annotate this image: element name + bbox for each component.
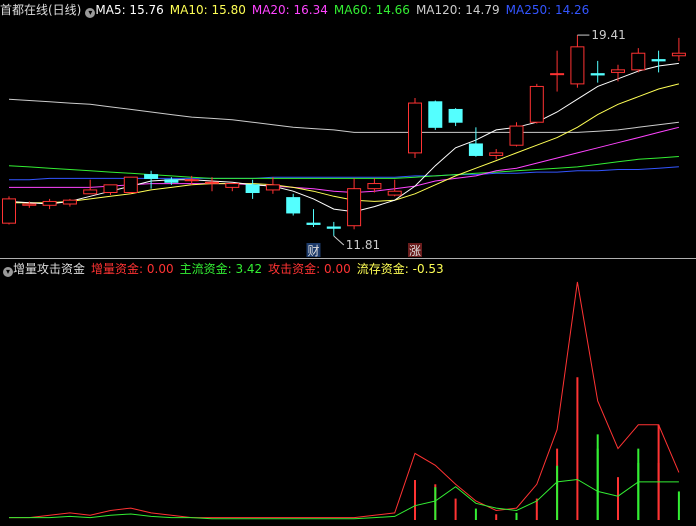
candle-body xyxy=(671,52,686,57)
candle-body xyxy=(164,179,179,183)
low-price-label: 11.81 xyxy=(346,238,380,252)
candle-body xyxy=(611,69,625,73)
candle-body xyxy=(428,101,443,128)
candle xyxy=(590,60,605,83)
candle xyxy=(245,179,260,199)
candle-body xyxy=(651,59,666,62)
candle-body xyxy=(205,181,219,184)
candle xyxy=(489,149,504,160)
candle-body xyxy=(245,184,260,193)
indicator-legend-item-1: 主流资金: 3.42 xyxy=(179,262,263,276)
indicator-legend-item-0: 增量资金: 0.00 xyxy=(91,262,174,276)
candle-body xyxy=(265,184,280,191)
indicator-header: ▾ 增量攻击资金 增量资金: 0.00 主流资金: 3.42 攻击资金: 0.00 流存资… xyxy=(0,259,450,279)
candle-body xyxy=(326,226,341,229)
indicator-legend-item-3: 流存资金: -0.53 xyxy=(356,262,444,276)
ma120-line xyxy=(8,98,679,133)
candle-body xyxy=(225,183,240,188)
candle-body xyxy=(367,183,382,190)
candle-body xyxy=(2,198,16,224)
candle-body xyxy=(468,143,483,156)
candle xyxy=(144,170,159,189)
candle xyxy=(651,50,666,73)
high-price-label: 19.41 xyxy=(591,28,625,42)
candle-body xyxy=(489,152,504,156)
indicator-legend-item-2: 攻击资金: 0.00 xyxy=(268,262,351,276)
candle-body xyxy=(529,85,544,123)
candle-body xyxy=(550,73,565,76)
candle-body xyxy=(347,188,362,227)
candle xyxy=(42,198,57,210)
candle xyxy=(631,48,646,73)
candle xyxy=(570,35,585,88)
candle-body xyxy=(22,203,37,206)
indicator-settings-icon[interactable]: ▾ xyxy=(3,267,13,277)
candle-body xyxy=(144,174,159,179)
candle-body xyxy=(306,222,321,225)
candle-body xyxy=(408,102,422,154)
candle xyxy=(550,50,565,92)
ma60-line xyxy=(8,156,679,179)
badge-label: 涨 xyxy=(409,243,421,258)
candle xyxy=(326,221,341,236)
candle xyxy=(611,64,625,82)
ma20-line xyxy=(9,126,680,194)
indicator-legend: 增量资金: 0.00 主流资金: 3.42 攻击资金: 0.00 流存资金: -0.5… xyxy=(91,262,450,276)
candle-body xyxy=(42,200,57,206)
candle-body xyxy=(286,197,301,214)
candle-body xyxy=(123,176,138,194)
candle xyxy=(428,100,443,130)
candle xyxy=(347,178,362,230)
candle-body xyxy=(184,179,199,182)
badge-label: 财 xyxy=(308,244,320,258)
candle-body xyxy=(509,125,524,146)
candle xyxy=(306,209,321,227)
candle-body xyxy=(387,190,402,196)
candle xyxy=(448,108,463,127)
indicator-title: 增量攻击资金 xyxy=(13,262,86,276)
candle xyxy=(2,196,16,225)
candle xyxy=(62,198,77,207)
candle-body xyxy=(83,189,98,195)
candle xyxy=(265,177,280,194)
candle-body xyxy=(570,46,585,85)
candle-body xyxy=(103,184,118,193)
candle-body xyxy=(448,108,463,123)
candle xyxy=(103,184,118,196)
zengliang-line xyxy=(9,281,680,519)
candlestick-chart[interactable]: 19.41 11.81 财 涨 xyxy=(0,0,696,260)
candle xyxy=(123,176,138,194)
candle xyxy=(225,183,240,192)
ma250-line xyxy=(9,166,679,181)
candle xyxy=(509,122,524,147)
candle-body xyxy=(590,73,605,76)
low-marker-line xyxy=(333,235,345,246)
candle xyxy=(286,193,301,216)
candle xyxy=(671,37,686,61)
zhuliu-line xyxy=(9,478,679,520)
candle-body xyxy=(62,199,77,205)
candle xyxy=(529,83,544,124)
candle xyxy=(408,97,422,158)
candle-body xyxy=(631,52,646,71)
